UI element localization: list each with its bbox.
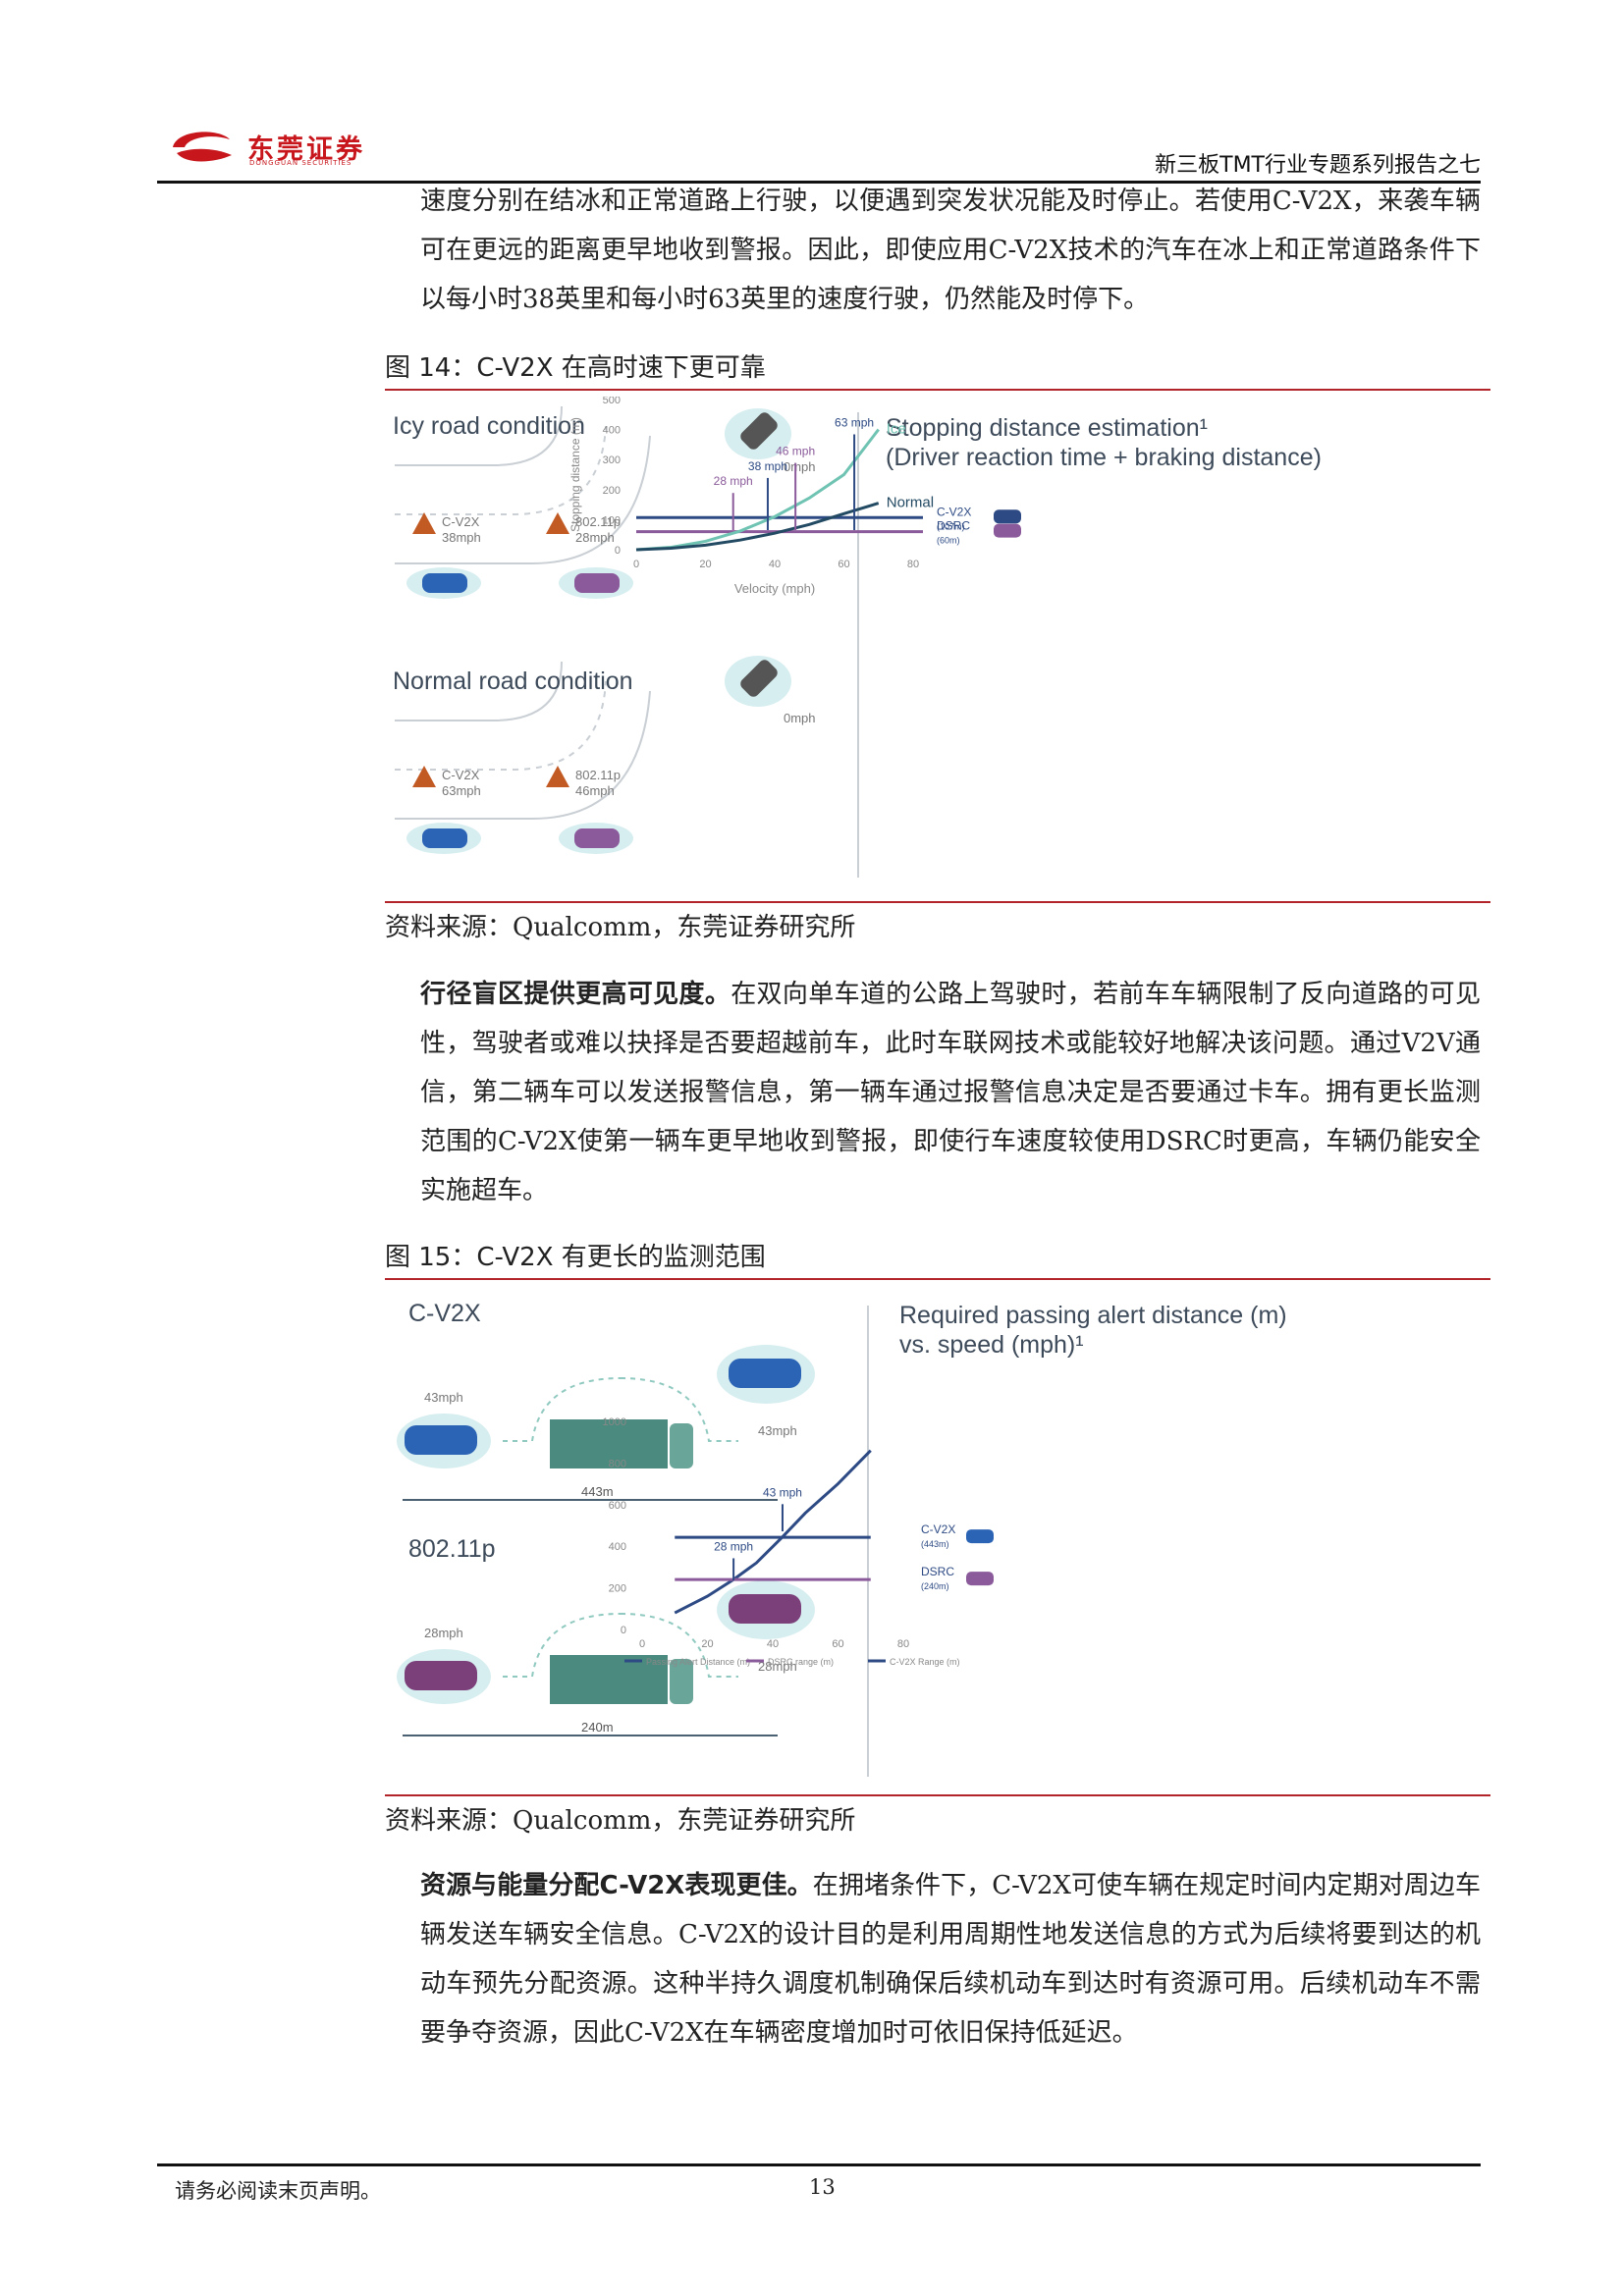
figure-15-bottom-rule [385,1794,1490,1796]
y-tick-label: 600 [609,1500,626,1512]
x-tick-label: 20 [701,1638,713,1650]
figure-15-caption: 图 15：C-V2X 有更长的监测范围 [385,1243,766,1272]
report-series-title: 新三板TMT行业专题系列报告之七 [1155,153,1481,178]
legend-car-icon [994,523,1021,538]
paragraph-2: 行径盲区提供更高可见度。在双向单车道的公路上驾驶时，若前车车辆限制了反向道路的可… [420,970,1481,1215]
x-tick-label: 60 [832,1638,843,1650]
series-line [635,502,880,552]
figure-15-top-rule [385,1278,1490,1280]
legend-label: C-V2X Range (m) [890,1657,960,1667]
threshold-sublabel: (60m) [937,536,960,546]
figure-14: Icy road condition Normal road condition… [385,397,1490,895]
threshold-label: C-V2X [921,1522,955,1536]
annotation-label: 28 mph [714,474,753,488]
series-label: Normal [887,495,934,511]
paragraph-2-body: 在双向单车道的公路上驾驶时，若前车车辆限制了反向道路的可见性，驾驶者或难以抉择是… [420,980,1481,1205]
legend-car-icon [994,509,1021,524]
footer-divider [157,2163,1481,2166]
x-tick-label: 0 [639,1638,645,1650]
threshold-sublabel: (240m) [921,1581,949,1591]
y-axis-label: Stopping distance (m) [568,417,582,532]
chart-1-plot: 0 20 40 60 80 0 100 200 300 400 500 Velocity (mph) S… [568,397,1021,596]
threshold-label: DSRC [921,1565,954,1578]
y-tick-label: 300 [603,454,621,466]
figure-14-bottom-rule [385,901,1490,903]
paragraph-1: 速度分别在结冰和正常道路上行驶，以便遇到突发状况能及时停止。若使用C-V2X，来… [420,187,1481,314]
annotation-label: 43 mph [763,1485,802,1499]
x-tick-label: 80 [897,1638,909,1650]
y-tick-label: 800 [609,1458,626,1469]
x-tick-label: 80 [907,559,919,570]
figure-14-source: 资料来源：Qualcomm，东莞证券研究所 [385,913,856,942]
paragraph-2-lead: 行径盲区提供更高可见度。 [420,980,731,1009]
y-tick-label: 1000 [603,1416,626,1428]
logo-mark-icon [173,132,232,162]
annotation-label: 38 mph [748,459,787,473]
y-tick-label: 0 [615,545,621,557]
threshold-label: C-V2X [937,505,971,518]
paragraph-3-lead: 资源与能量分配C-V2X表现更佳。 [420,1871,813,1900]
y-tick-label: 400 [609,1541,626,1553]
x-axis-label: Velocity (mph) [734,581,815,596]
legend-label: Passing Alert Distance (m) [646,1657,750,1667]
figure-15-source: 资料来源：Qualcomm，东莞证券研究所 [385,1806,856,1836]
annotation-label: 63 mph [835,416,874,430]
company-logo: 东莞证券 DONGGUAN SECURITIES [167,126,432,169]
legend-car-icon [966,1529,994,1544]
x-tick-label: 20 [699,559,711,570]
x-tick-label: 40 [767,1638,779,1650]
annotation-label: 46 mph [776,445,815,458]
figure-14-top-rule [385,389,1490,391]
y-tick-label: 200 [603,485,621,497]
threshold-label: DSRC [937,519,970,533]
series-line [674,1449,872,1615]
x-tick-label: 60 [838,559,849,570]
y-tick-label: 100 [603,514,621,526]
x-tick-label: 40 [769,559,781,570]
x-tick-label: 0 [633,559,639,570]
figure-14-caption: 图 14：C-V2X 在高时速下更可靠 [385,353,766,383]
y-tick-label: 0 [621,1625,626,1636]
paragraph-3: 资源与能量分配C-V2X表现更佳。在拥堵条件下，C-V2X可使车辆在规定时间内定… [420,1861,1481,2057]
chart-2-plot: 0 20 40 60 800200400600800100043 mph28 mphC-… [603,1416,994,1667]
y-tick-label: 200 [609,1583,626,1595]
figure-15: C-V2X 802.11p 43mph 43mph 443m 28mph 28m… [385,1286,1490,1789]
y-tick-label: 400 [603,425,621,437]
annotation-label: 28 mph [714,1539,753,1553]
legend-car-icon [966,1572,994,1586]
threshold-sublabel: (443m) [921,1539,949,1549]
logo-text-en: DONGGUAN SECURITIES [249,159,352,167]
page-number: 13 [809,2175,836,2199]
legend-label: DSRC range (m) [768,1657,834,1667]
series-label: Ice [887,421,906,438]
footer-notice: 请务必阅读末页声明。 [175,2179,381,2203]
y-tick-label: 500 [603,397,621,406]
